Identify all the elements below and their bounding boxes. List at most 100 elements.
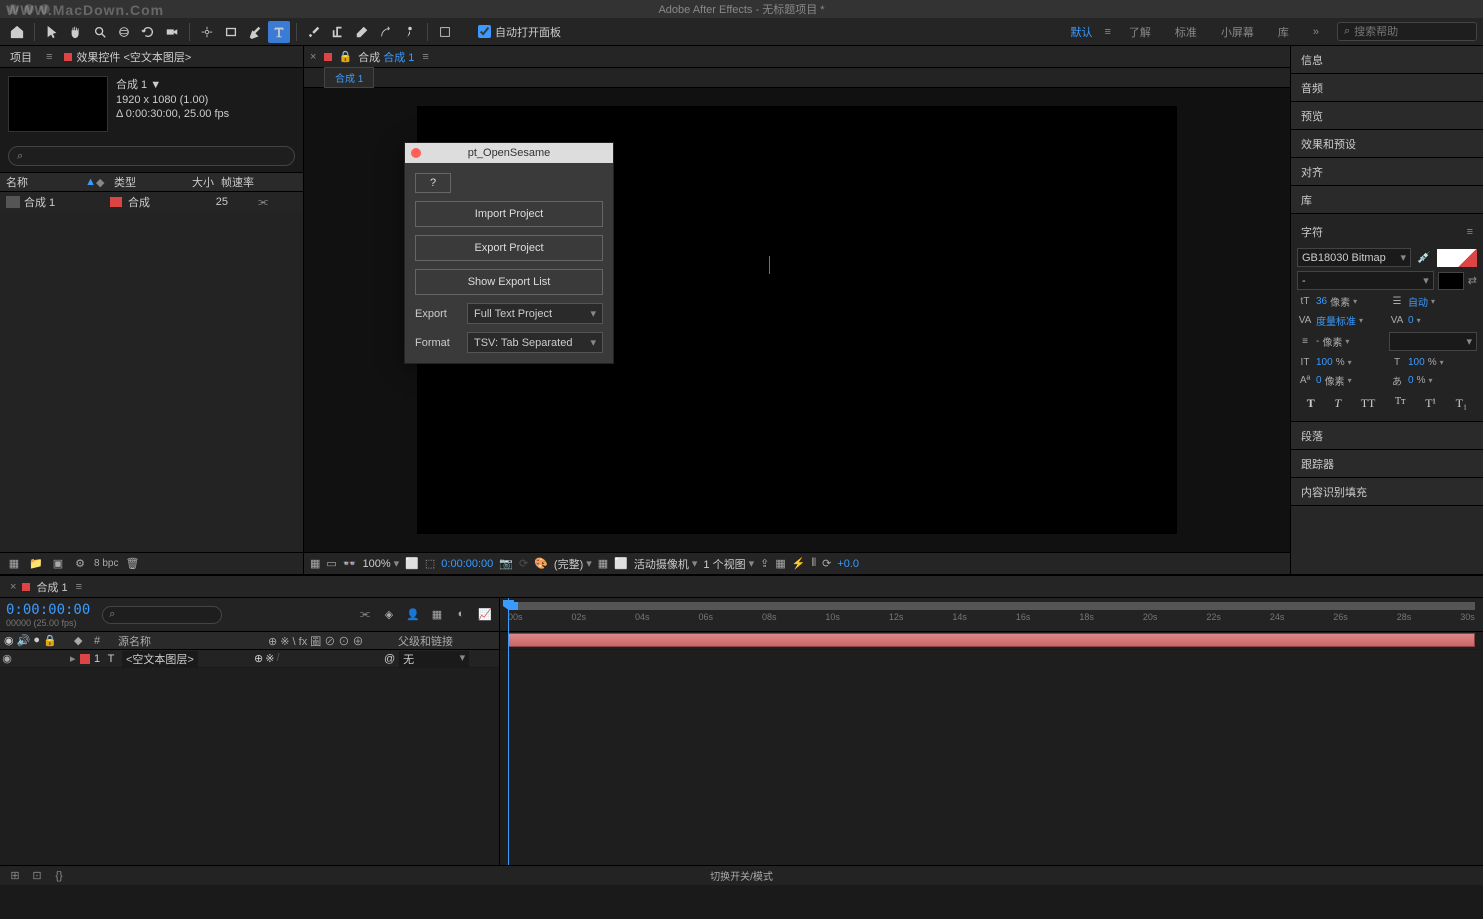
timeline-search[interactable]: ⌕: [102, 606, 222, 624]
kerning-value[interactable]: 度量标准: [1316, 313, 1356, 328]
comp-tab[interactable]: 合成 合成 1: [358, 49, 414, 65]
stroke-swatch[interactable]: [1438, 272, 1464, 290]
visibility-icon[interactable]: ◉: [0, 652, 14, 665]
settings-icon[interactable]: ⚙: [72, 556, 88, 572]
sb-icon-3[interactable]: {}: [52, 870, 66, 882]
clone-tool-icon[interactable]: [327, 21, 349, 43]
search-help-field[interactable]: ⌕: [1337, 22, 1477, 41]
help-button[interactable]: ?: [415, 173, 451, 193]
resolution-dropdown[interactable]: (完整) ▾: [554, 556, 592, 572]
timeline-icon[interactable]: ⫴: [811, 557, 816, 570]
3d-icon[interactable]: 👓: [343, 557, 357, 570]
eyedropper-icon[interactable]: 💉: [1415, 249, 1433, 267]
pixel-icon[interactable]: ▦: [775, 557, 785, 570]
smallcaps-button[interactable]: Tᴛ: [1395, 396, 1405, 411]
snapping-icon[interactable]: [434, 21, 456, 43]
traffic-lights[interactable]: [0, 4, 50, 14]
close-tab-icon[interactable]: ×: [310, 51, 316, 63]
close-tab-icon[interactable]: ×: [10, 581, 16, 593]
current-timecode[interactable]: 0:00:00:00: [6, 602, 90, 618]
toggle-switches-label[interactable]: 切换开关/模式: [710, 868, 773, 883]
roi-icon[interactable]: ⬚: [425, 557, 435, 570]
tsume-value[interactable]: 0: [1408, 375, 1414, 386]
panel-content-aware[interactable]: 内容识别填充: [1291, 478, 1483, 506]
dialog-close-icon[interactable]: [411, 148, 421, 158]
pickwhip-icon[interactable]: @: [384, 653, 395, 665]
superscript-button[interactable]: T¹: [1425, 396, 1436, 411]
search-help-input[interactable]: [1354, 26, 1470, 38]
layer-bar[interactable]: [508, 633, 1475, 647]
panel-info[interactable]: 信息: [1291, 46, 1483, 74]
hamburger-icon[interactable]: ≡: [76, 581, 82, 593]
panel-libraries[interactable]: 库: [1291, 186, 1483, 214]
3d-view-icon[interactable]: ⬜: [614, 557, 628, 570]
hamburger-icon[interactable]: ≡: [1104, 26, 1110, 38]
baseline-value[interactable]: 0: [1316, 375, 1322, 386]
camera-tool-icon[interactable]: [161, 21, 183, 43]
workspace-overflow-icon[interactable]: »: [1307, 26, 1325, 38]
source-name-col[interactable]: 源名称: [114, 633, 264, 649]
fill-stroke-swatch[interactable]: [1437, 249, 1477, 267]
zoom-tool-icon[interactable]: [89, 21, 111, 43]
work-area-bar[interactable]: [508, 602, 1475, 610]
project-body[interactable]: [0, 212, 303, 552]
parent-dropdown[interactable]: 无▾: [399, 651, 469, 667]
current-time[interactable]: 0:00:00:00: [441, 558, 493, 570]
col-type[interactable]: 类型: [114, 174, 174, 190]
new-comp-icon[interactable]: ▣: [50, 556, 66, 572]
hamburger-icon[interactable]: ≡: [46, 51, 52, 63]
hscale-value[interactable]: 100: [1408, 357, 1425, 368]
stroke-width-value[interactable]: -: [1316, 336, 1319, 347]
layer-name[interactable]: <空文本图层>: [122, 651, 198, 667]
workspace-tab-standard[interactable]: 标准: [1169, 24, 1203, 40]
motion-blur-icon[interactable]: ◐: [453, 608, 469, 621]
grid-icon[interactable]: ▦: [310, 557, 320, 570]
timeline-search-input[interactable]: [115, 609, 215, 621]
text-tool-icon[interactable]: [268, 21, 290, 43]
col-name[interactable]: 名称▲: [6, 174, 96, 190]
exposure-value[interactable]: +0.0: [837, 558, 859, 570]
eraser-tool-icon[interactable]: [351, 21, 373, 43]
comp-mini-flowchart-icon[interactable]: ⫘: [357, 608, 373, 621]
bold-button[interactable]: T: [1307, 396, 1315, 411]
allcaps-button[interactable]: TT: [1361, 396, 1376, 411]
import-project-button[interactable]: Import Project: [415, 201, 603, 227]
fast-preview-icon[interactable]: ⚡: [792, 557, 806, 570]
mask-icon[interactable]: ▭: [326, 557, 336, 570]
anchor-tool-icon[interactable]: [196, 21, 218, 43]
format-dropdown[interactable]: TSV: Tab Separated▾: [467, 332, 603, 353]
workspace-tab-default[interactable]: 默认: [1064, 24, 1098, 40]
hamburger-icon[interactable]: ≡: [1467, 226, 1473, 238]
pen-tool-icon[interactable]: [244, 21, 266, 43]
label-swatch[interactable]: [80, 654, 90, 664]
project-row[interactable]: 合成 1 合成 25 ⫘: [0, 192, 303, 212]
track-row[interactable]: [500, 632, 1483, 650]
panel-tracker[interactable]: 跟踪器: [1291, 450, 1483, 478]
export-type-dropdown[interactable]: Full Text Project▾: [467, 303, 603, 324]
graph-editor-icon[interactable]: 📈: [477, 608, 493, 621]
sb-icon-2[interactable]: ⊡: [30, 869, 44, 882]
italic-button[interactable]: T: [1334, 396, 1341, 411]
orbit-tool-icon[interactable]: [113, 21, 135, 43]
project-search[interactable]: ⌕: [8, 146, 295, 166]
new-folder-icon[interactable]: 📁: [28, 556, 44, 572]
font-style-dropdown[interactable]: -▾: [1297, 271, 1434, 290]
label-icon[interactable]: ◆: [96, 176, 114, 189]
vscale-value[interactable]: 100: [1316, 357, 1333, 368]
project-search-input[interactable]: [27, 150, 286, 162]
resolution-icon[interactable]: ⬜: [405, 557, 419, 570]
snapshot-icon[interactable]: 📷: [499, 557, 513, 570]
sb-icon-1[interactable]: ⊞: [8, 869, 22, 882]
panel-preview[interactable]: 预览: [1291, 102, 1483, 130]
export-project-button[interactable]: Export Project: [415, 235, 603, 261]
font-family-dropdown[interactable]: GB18030 Bitmap▾: [1297, 248, 1411, 267]
panel-effects[interactable]: 效果和预设: [1291, 130, 1483, 158]
workspace-tab-libs[interactable]: 库: [1272, 24, 1295, 40]
leading-value[interactable]: 自动: [1408, 294, 1428, 309]
workspace-tab-small[interactable]: 小屏幕: [1215, 24, 1260, 40]
playhead[interactable]: [508, 598, 509, 865]
col-size[interactable]: 大小: [174, 174, 214, 190]
interpret-icon[interactable]: ▦: [6, 556, 22, 572]
color-mgmt-icon[interactable]: 🎨: [534, 557, 548, 570]
brush-tool-icon[interactable]: [303, 21, 325, 43]
